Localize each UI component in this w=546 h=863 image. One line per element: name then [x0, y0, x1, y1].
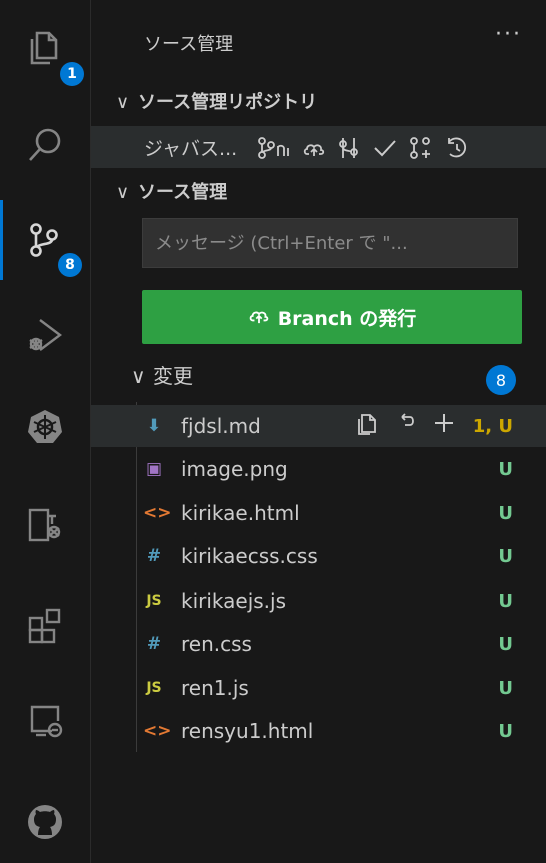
kubernetes-icon [28, 410, 62, 443]
chevron-down-icon: ∨ [116, 92, 130, 113]
search-activity[interactable] [0, 105, 90, 185]
more-actions-icon[interactable]: ··· [495, 22, 522, 47]
source-control-view: ソース管理 ··· ∨ ソース管理リポジトリ ジャバス... ∨ ソース管理 メ… [91, 0, 546, 863]
file-name: image.png [181, 457, 288, 481]
repositories-section-header[interactable]: ∨ ソース管理リポジトリ [116, 88, 317, 114]
repositories-section-label: ソース管理リポジトリ [138, 92, 318, 113]
explorer-badge: 1 [60, 62, 84, 86]
file-name: kirikae.html [181, 501, 300, 525]
file-name: kirikaejs.js [181, 589, 287, 613]
file-row[interactable]: <> rensyu1.html U [91, 710, 546, 752]
repository-actions [256, 134, 470, 162]
file-status: U [498, 458, 513, 480]
html-icon: <> [143, 721, 172, 741]
github-activity[interactable] [0, 782, 90, 862]
extensions-activity[interactable] [0, 585, 90, 665]
scm-section-label: ソース管理 [138, 182, 228, 203]
image-icon: ▣ [145, 459, 163, 479]
file-status: 1, U [472, 415, 513, 437]
changes-label: 変更 [153, 364, 193, 388]
file-status: U [498, 633, 513, 655]
cloud-upload-icon [248, 305, 270, 330]
files-icon [30, 31, 58, 65]
changes-count-badge: 8 [486, 365, 516, 395]
run-debug-activity[interactable] [0, 295, 90, 375]
scm-section-header[interactable]: ∨ ソース管理 [116, 178, 227, 204]
file-name: fjdsl.md [181, 414, 261, 438]
testing-icon [28, 508, 61, 542]
file-row[interactable]: # ren.css U [91, 623, 546, 665]
commit-message-input[interactable] [142, 218, 518, 268]
file-row-actions [356, 411, 456, 441]
changes-group-header[interactable]: ∨ 変更 [131, 360, 193, 389]
chevron-down-icon: ∨ [131, 364, 146, 388]
js-icon: JS [146, 680, 162, 696]
file-row[interactable]: <> kirikae.html U [91, 492, 546, 534]
markdown-icon: ⬇ [146, 416, 162, 436]
commit-check-icon[interactable] [372, 136, 398, 160]
publish-branch-label: Branch の発行 [277, 307, 417, 330]
cloud-upload-icon[interactable] [302, 136, 326, 160]
html-icon: <> [143, 503, 172, 523]
open-file-icon[interactable] [356, 411, 380, 441]
chevron-down-icon: ∨ [116, 182, 130, 203]
file-status: U [498, 545, 513, 567]
source-control-activity[interactable]: 8 [0, 200, 90, 280]
file-name: ren.css [181, 632, 252, 656]
refresh-icon[interactable] [444, 136, 470, 160]
file-row[interactable]: ⬇ fjdsl.md 1, U [91, 405, 546, 447]
run-debug-icon [29, 319, 62, 351]
repository-name: ジャバス... [144, 138, 238, 160]
remote-explorer-activity[interactable] [0, 680, 90, 760]
file-row[interactable]: JS ren1.js U [91, 667, 546, 709]
explorer-activity[interactable]: 1 [0, 8, 90, 88]
js-icon: JS [146, 593, 162, 609]
extensions-icon [28, 608, 61, 644]
file-name: rensyu1.html [181, 719, 314, 743]
file-status: U [498, 720, 513, 742]
search-icon [29, 128, 61, 161]
file-row[interactable]: # kirikaecss.css U [91, 535, 546, 577]
file-status: U [498, 502, 513, 524]
remote-explorer-icon [30, 705, 63, 738]
publish-branch-button[interactable]: Branch の発行 [142, 290, 522, 344]
kubernetes-activity[interactable] [0, 387, 90, 467]
repository-row[interactable]: ジャバス... [91, 126, 546, 168]
discard-changes-icon[interactable] [394, 411, 418, 441]
graph-icon[interactable] [336, 136, 362, 160]
file-row[interactable]: ▣ image.png U [91, 448, 546, 490]
github-icon [28, 805, 62, 839]
file-row[interactable]: JS kirikaejs.js U [91, 580, 546, 622]
branch-icon[interactable] [256, 136, 292, 160]
scm-badge: 8 [58, 253, 82, 277]
css-icon: # [146, 634, 162, 654]
file-name: ren1.js [181, 676, 249, 700]
file-status: U [498, 590, 513, 612]
file-status: U [498, 677, 513, 699]
stage-changes-icon[interactable] [432, 411, 456, 441]
file-name: kirikaecss.css [181, 544, 318, 568]
css-icon: # [146, 546, 162, 566]
pull-request-icon[interactable] [408, 136, 434, 160]
activity-bar: 1 8 [0, 0, 91, 863]
view-title: ソース管理 [144, 34, 234, 55]
testing-activity[interactable] [0, 485, 90, 565]
